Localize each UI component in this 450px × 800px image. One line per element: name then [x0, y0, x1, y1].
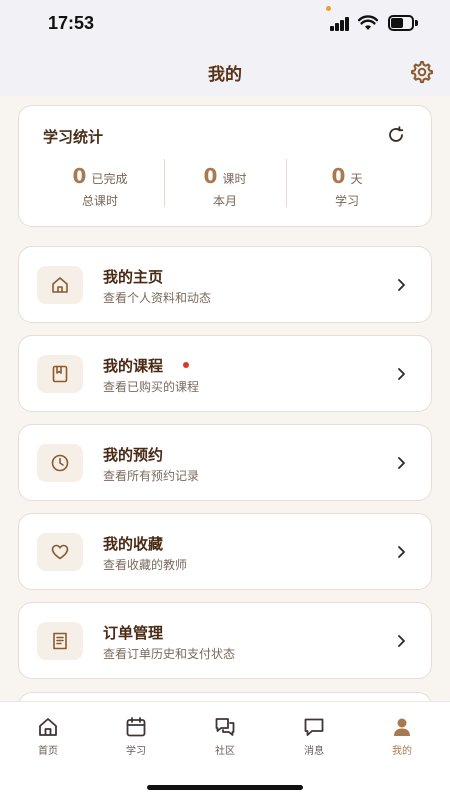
chevron-right-icon: [398, 635, 405, 647]
chat-bubbles-icon: [215, 718, 235, 736]
menu-item-my-appointments[interactable]: 我的预约 查看所有预约记录: [18, 424, 432, 501]
stat-value: 0: [203, 164, 218, 188]
menu-item-my-favorites[interactable]: 我的收藏 查看收藏的教师: [18, 513, 432, 590]
menu-title: 我的课程: [103, 357, 164, 375]
chevron-right-icon: [398, 368, 405, 380]
tab-label: 学习: [126, 746, 146, 757]
tab-label: 我的: [392, 746, 412, 757]
stat-unit: 课时: [222, 172, 247, 186]
message-icon: [304, 718, 324, 736]
privacy-indicator-dot: [326, 6, 331, 11]
stats-title: 学习统计: [43, 128, 104, 146]
refresh-icon[interactable]: [387, 126, 405, 144]
heart-icon: [51, 544, 69, 560]
tab-mine[interactable]: 我的: [357, 716, 447, 757]
tab-home[interactable]: 首页: [3, 716, 93, 757]
tab-label: 社区: [215, 746, 235, 757]
menu-title: 我的收藏: [103, 535, 164, 553]
chevron-right-icon: [398, 546, 405, 558]
menu-title: 我的主页: [103, 268, 164, 286]
menu-title: 我的预约: [103, 446, 164, 464]
page-title: 我的: [208, 65, 242, 85]
menu-subtitle: 查看个人资料和动态: [103, 291, 212, 305]
menu-icon-box: [37, 533, 83, 571]
book-icon: [52, 365, 68, 383]
tab-messages[interactable]: 消息: [269, 716, 359, 757]
menu-title: 订单管理: [103, 624, 164, 642]
clock-icon: [51, 454, 69, 472]
stat-label: 总课时: [81, 194, 118, 208]
chevron-right-icon: [398, 279, 405, 291]
stat-value: 0: [331, 164, 346, 188]
home-icon: [39, 718, 57, 736]
stat-study-days: 0天 学习: [286, 164, 408, 209]
menu-subtitle: 查看所有预约记录: [103, 469, 200, 483]
home-indicator[interactable]: [147, 785, 303, 790]
menu-icon-box: [37, 622, 83, 660]
tab-community[interactable]: 社区: [180, 716, 270, 757]
home-icon: [52, 277, 68, 293]
stat-this-month: 0 课时 本月: [164, 164, 286, 209]
stat-value: 0: [72, 164, 87, 188]
receipt-icon: [53, 632, 67, 650]
menu-icon-box: [37, 355, 83, 393]
menu-icon-box: [37, 444, 83, 482]
gear-icon[interactable]: [410, 60, 434, 84]
tab-label: 消息: [304, 746, 324, 757]
stat-unit: 天: [350, 172, 363, 186]
navigation-bar: 我的: [0, 48, 450, 96]
wifi-icon: [358, 15, 378, 30]
battery-icon: [388, 15, 418, 31]
learning-stats-card: 学习统计 0 已完成 总课时 0 课时 本月 0天 学习: [18, 105, 432, 227]
person-icon: [394, 718, 410, 736]
stat-total-lessons: 0 已完成 总课时: [39, 164, 161, 209]
menu-item-my-homepage[interactable]: 我的主页 查看个人资料和动态: [18, 246, 432, 323]
menu-subtitle: 查看收藏的教师: [103, 558, 188, 572]
menu-icon-box: [37, 266, 83, 304]
stat-label: 本月: [212, 194, 237, 208]
cellular-signal-icon: [330, 17, 350, 31]
calendar-icon: [126, 717, 146, 737]
menu-item-order-management[interactable]: 订单管理 查看订单历史和支付状态: [18, 602, 432, 679]
stat-unit: 已完成: [91, 172, 128, 186]
menu-subtitle: 查看已购买的课程: [103, 380, 200, 394]
tab-label: 首页: [38, 746, 58, 757]
menu-subtitle: 查看订单历史和支付状态: [103, 647, 236, 661]
status-time: 17:53: [48, 13, 95, 33]
chevron-right-icon: [398, 457, 405, 469]
notification-badge-dot: [183, 362, 189, 368]
status-bar: 17:53: [0, 0, 450, 48]
stat-label: 学习: [334, 194, 359, 208]
menu-item-my-courses[interactable]: 我的课程 查看已购买的课程: [18, 335, 432, 412]
tab-study[interactable]: 学习: [91, 716, 181, 757]
